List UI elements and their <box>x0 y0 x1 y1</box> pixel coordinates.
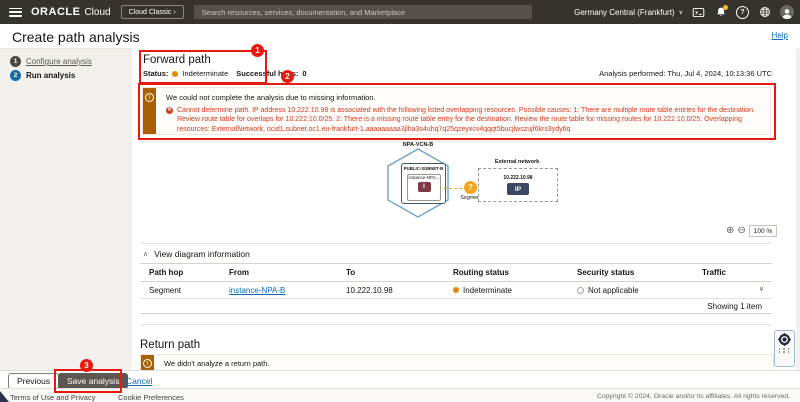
cell-path-hop: Segment <box>140 286 220 295</box>
external-network-label: External network <box>478 159 556 165</box>
view-diagram-information-toggle[interactable]: ∧ View diagram information <box>143 249 250 259</box>
cloud-classic-button[interactable]: Cloud Classic › <box>121 5 184 19</box>
cloud-wordmark: Cloud <box>84 7 110 18</box>
error-message: Cannot determine path. IP address 10.222… <box>177 106 762 134</box>
hops-value: 0 <box>302 69 306 78</box>
subnet-label: PUBLIC-SUBNET-B <box>402 166 445 171</box>
step-1-number: 1 <box>10 56 21 67</box>
language-globe-icon[interactable] <box>758 6 771 19</box>
external-network-box[interactable]: 10.222.10.98 IP <box>478 168 558 202</box>
zoom-level: 100 % <box>749 225 777 237</box>
error-line: ✕ Cannot determine path. IP address 10.2… <box>166 106 762 134</box>
hamburger-menu-icon[interactable] <box>9 8 22 17</box>
zoom-in-icon[interactable]: ⊕ <box>726 226 734 236</box>
drag-handle-dots[interactable] <box>779 348 791 353</box>
chevron-down-icon: ∨ <box>679 9 683 16</box>
page-footer: Terms of Use and Privacy Cookie Preferen… <box>0 388 800 402</box>
callout-2: 2 <box>281 70 294 83</box>
cancel-link[interactable]: Cancel <box>126 376 152 386</box>
top-navigation-bar: ORACLE Cloud Cloud Classic › Germany Cen… <box>0 0 800 24</box>
table-row: Segment instance-NPA-B 10.222.10.98 Inde… <box>140 282 772 299</box>
warning-message: We could not complete the analysis due t… <box>166 93 762 102</box>
routing-status-dot <box>453 287 459 293</box>
external-ip-label: 10.222.10.98 <box>479 175 557 181</box>
instance-node[interactable]: instance-NPA... I <box>407 174 441 201</box>
header-traffic: Traffic <box>693 268 772 277</box>
diagram-zoom-controls: ⊕ ⊖ 100 % <box>726 225 777 237</box>
return-path-title: Return path <box>140 339 200 351</box>
zoom-out-icon[interactable]: ⊖ <box>737 226 745 236</box>
cloud-shell-icon[interactable] <box>692 6 705 19</box>
showing-count: Showing 1 item <box>707 302 762 311</box>
region-label: Germany Central (Frankfurt) <box>574 8 674 17</box>
status-label: Status: <box>143 69 168 78</box>
help-link[interactable]: Help <box>772 31 788 40</box>
region-selector[interactable]: Germany Central (Frankfurt) ∨ <box>574 8 683 17</box>
subnet-box[interactable]: PUBLIC-SUBNET-B instance-NPA... I <box>401 163 446 204</box>
warning-icon: ! <box>145 93 154 102</box>
divider <box>140 141 772 142</box>
callout-1: 1 <box>251 44 264 57</box>
topbar-actions: Germany Central (Frankfurt) ∨ ? <box>574 5 800 19</box>
cookie-preferences-link[interactable]: Cookie Preferences <box>118 393 184 402</box>
cell-security-status: Not applicable <box>568 286 693 295</box>
step-1-label[interactable]: Configure analysis <box>26 57 92 66</box>
chevron-up-icon: ∧ <box>143 250 148 258</box>
step-2-number: 2 <box>10 70 21 81</box>
header-to: To <box>337 268 444 277</box>
previous-button[interactable]: Previous <box>8 373 59 389</box>
save-analysis-button[interactable]: Save analysis <box>58 373 128 389</box>
cell-to: 10.222.10.98 <box>337 286 444 295</box>
from-link[interactable]: instance-NPA-B <box>229 286 285 295</box>
divider <box>140 243 772 244</box>
info-stripe: ! <box>141 355 154 371</box>
warning-stripe: ! <box>143 88 156 134</box>
step-run-analysis[interactable]: 2 Run analysis <box>10 70 75 81</box>
security-status-dot <box>577 287 584 294</box>
indeterminate-status-dot <box>172 71 178 77</box>
header-path-hop: Path hop <box>140 268 220 277</box>
error-icon: ✕ <box>166 107 173 114</box>
forward-path-title: Forward path <box>143 54 211 66</box>
table-footer: Showing 1 item <box>140 299 772 314</box>
page-title: Create path analysis <box>12 29 140 45</box>
floating-recorder-widget[interactable] <box>774 330 795 367</box>
step-2-label: Run analysis <box>26 71 75 80</box>
return-path-message: We didn't analyze a return path. <box>164 359 765 368</box>
analysis-performed-timestamp: Analysis performed: Thu, Jul 4, 2024, 10… <box>599 69 772 78</box>
header-routing-status: Routing status <box>444 268 568 277</box>
status-value: Indeterminate <box>182 69 228 78</box>
callout-3: 3 <box>80 359 93 372</box>
oracle-cloud-logo[interactable]: ORACLE Cloud <box>31 6 111 18</box>
cell-routing-status: Indeterminate <box>444 286 568 295</box>
notification-dot <box>723 5 728 10</box>
step-configure-analysis[interactable]: 1 Configure analysis <box>10 56 92 67</box>
instance-icon: I <box>418 182 431 192</box>
target-icon <box>778 333 791 346</box>
ip-icon: IP <box>507 183 529 195</box>
page-title-bar: Create path analysis <box>0 24 800 49</box>
toggle-label: View diagram information <box>154 249 250 259</box>
divider <box>140 324 772 325</box>
info-icon: ! <box>143 359 152 368</box>
header-from: From <box>220 268 337 277</box>
user-avatar[interactable] <box>780 5 794 19</box>
notifications-bell-icon[interactable] <box>714 6 727 19</box>
instance-label: instance-NPA... <box>408 175 440 180</box>
help-circle-icon[interactable]: ? <box>736 6 749 19</box>
segment-hop-icon[interactable]: ? <box>464 181 477 194</box>
copyright-text: Copyright © 2024, Oracle and/or its affi… <box>597 393 790 400</box>
terms-link[interactable]: Terms of Use and Privacy <box>10 393 95 402</box>
table-header-row: Path hop From To Routing status Security… <box>140 263 772 282</box>
path-hops-table: Path hop From To Routing status Security… <box>140 263 772 314</box>
oracle-wordmark: ORACLE <box>31 6 80 18</box>
search-input[interactable] <box>194 5 532 19</box>
oci-console-screen: ORACLE Cloud Cloud Classic › Germany Cen… <box>0 0 800 402</box>
forward-warning-banner: ! We could not complete the analysis due… <box>142 87 771 135</box>
row-expand-chevron-icon[interactable]: ∨ <box>759 285 764 293</box>
header-security-status: Security status <box>568 268 693 277</box>
